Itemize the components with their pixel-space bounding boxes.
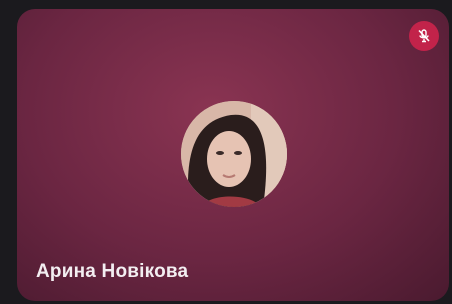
participant-name: Арина Новікова	[36, 261, 189, 282]
participant-avatar	[181, 101, 287, 207]
muted-status-badge	[409, 21, 439, 51]
participant-video-tile[interactable]: Арина Новікова	[17, 9, 449, 301]
microphone-off-icon	[418, 29, 430, 43]
participant-photo	[181, 101, 287, 207]
